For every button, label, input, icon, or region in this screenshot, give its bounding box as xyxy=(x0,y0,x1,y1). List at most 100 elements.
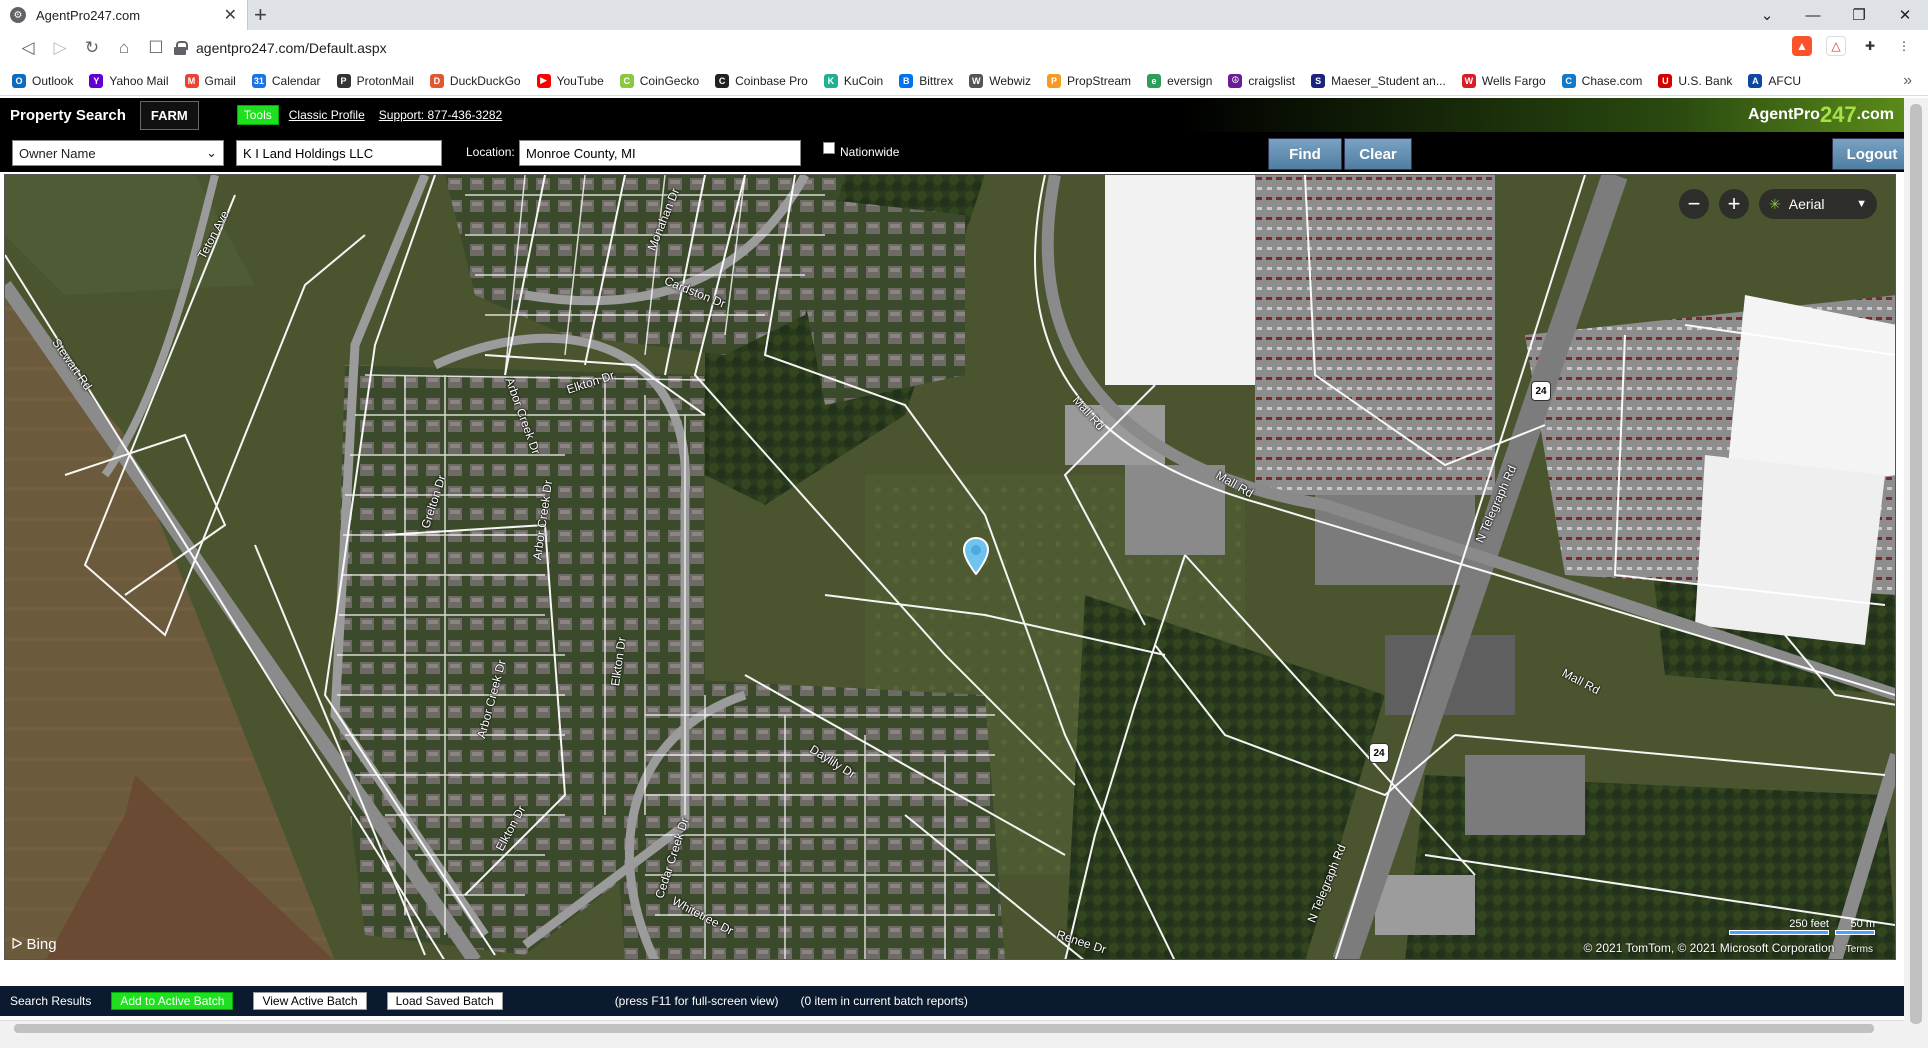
bookmark-duckduckgo[interactable]: D DuckDuckGo xyxy=(429,73,521,88)
bookmark-label: PropStream xyxy=(1067,73,1132,88)
view-active-batch-button[interactable]: View Active Batch xyxy=(253,992,367,1010)
bookmark-outlook[interactable]: O Outlook xyxy=(12,73,74,88)
chevron-down-icon: ▼ xyxy=(1856,198,1867,210)
bookmark-label: Outlook xyxy=(32,73,74,88)
bookmark-maeser-student-an[interactable]: S Maeser_Student an... xyxy=(1311,73,1446,88)
load-saved-batch-button[interactable]: Load Saved Batch xyxy=(386,992,503,1010)
horizontal-scroll-thumb[interactable] xyxy=(14,1024,1874,1033)
brave-shield-icon[interactable]: ▲ xyxy=(1792,36,1812,56)
location-pin-icon[interactable] xyxy=(963,537,989,575)
bookmark-coingecko[interactable]: C CoinGecko xyxy=(619,73,699,88)
bookmark-favicon-icon: B xyxy=(899,73,914,88)
add-to-active-batch-button[interactable]: Add to Active Batch xyxy=(111,992,234,1010)
app-title: Property Search xyxy=(10,106,126,124)
bookmark-youtube[interactable]: ▶ YouTube xyxy=(536,73,604,88)
bookmark-favicon-icon: A xyxy=(1748,73,1763,88)
logout-button[interactable]: Logout xyxy=(1832,138,1912,170)
forward-icon[interactable]: ▷ xyxy=(44,38,76,58)
owner-name-input[interactable] xyxy=(236,140,442,166)
horizontal-scrollbar[interactable] xyxy=(0,1020,1904,1036)
extensions-puzzle-icon[interactable]: ✚ xyxy=(1860,36,1880,56)
bookmark-favicon-icon: C xyxy=(1561,73,1576,88)
close-tab-icon[interactable]: ✕ xyxy=(224,5,237,25)
nationwide-checkbox[interactable] xyxy=(823,142,835,154)
bing-logo-text: Bing xyxy=(26,935,57,953)
bookmark-label: Gmail xyxy=(204,73,236,88)
tools-button[interactable]: Tools xyxy=(236,105,279,125)
close-window-icon[interactable]: ✕ xyxy=(1882,6,1928,24)
bookmark-label: AFCU xyxy=(1768,73,1802,88)
bookmark-icon[interactable]: ☐ xyxy=(140,38,172,58)
bookmark-yahoo-mail[interactable]: Y Yahoo Mail xyxy=(89,73,169,88)
map-imagery xyxy=(5,175,1895,959)
bookmark-afcu[interactable]: A AFCU xyxy=(1748,73,1802,88)
bookmarks-bar: O Outlook Y Yahoo Mail M Gmail 31 Calendar P Prot… xyxy=(0,66,1928,96)
bing-logo-icon: ᐅ xyxy=(11,936,23,953)
terms-link[interactable]: Terms xyxy=(1846,944,1873,955)
bookmark-craigslist[interactable]: ☮ craigslist xyxy=(1228,73,1296,88)
minimize-icon[interactable]: — xyxy=(1790,7,1836,24)
location-input[interactable] xyxy=(519,140,801,166)
logo-suffix: .com xyxy=(1856,106,1894,123)
search-results-bar: Search Results Add to Active Batch View … xyxy=(0,986,1904,1016)
vertical-scroll-thumb[interactable] xyxy=(1910,104,1922,1024)
bookmark-label: Bittrex xyxy=(919,73,954,88)
bookmark-gmail[interactable]: M Gmail xyxy=(184,73,236,88)
search-results-label: Search Results xyxy=(10,994,92,1008)
menu-icon[interactable]: ⋮ xyxy=(1894,36,1914,56)
bookmark-favicon-icon: Y xyxy=(89,73,104,88)
map-type-selector[interactable]: ✳ Aerial ▼ xyxy=(1759,189,1877,219)
find-button[interactable]: Find xyxy=(1268,138,1342,170)
vertical-scrollbar[interactable] xyxy=(1904,98,1928,1036)
bookmark-favicon-icon: W xyxy=(969,73,984,88)
bookmark-favicon-icon: C xyxy=(619,73,634,88)
bookmark-favicon-icon: W xyxy=(1461,73,1476,88)
tab-search-icon[interactable]: ⌄ xyxy=(1744,6,1790,24)
home-icon[interactable]: ⌂ xyxy=(108,38,140,58)
browser-tab[interactable]: ⚙ AgentPro247.com ✕ xyxy=(0,0,248,30)
clear-button[interactable]: Clear xyxy=(1344,138,1412,170)
lock-icon[interactable] xyxy=(174,41,188,55)
bookmark-protonmail[interactable]: P ProtonMail xyxy=(336,73,414,88)
reload-icon[interactable]: ↻ xyxy=(76,38,108,58)
bookmark-kucoin[interactable]: K KuCoin xyxy=(823,73,883,88)
new-tab-icon[interactable]: + xyxy=(254,3,267,27)
search-bar: Owner Name ⌄ Location: Nationwide Find C… xyxy=(0,132,1912,172)
bookmark-favicon-icon: U xyxy=(1658,73,1673,88)
classic-profile-link[interactable]: Classic Profile xyxy=(289,108,365,122)
zoom-out-button[interactable]: − xyxy=(1679,189,1709,219)
zoom-in-button[interactable]: + xyxy=(1719,189,1749,219)
restore-icon[interactable]: ❐ xyxy=(1836,6,1882,24)
bookmark-favicon-icon: C xyxy=(715,73,730,88)
bookmark-propstream[interactable]: P PropStream xyxy=(1047,73,1132,88)
bookmark-coinbase-pro[interactable]: C Coinbase Pro xyxy=(715,73,808,88)
window-controls: ⌄ — ❐ ✕ xyxy=(1744,0,1928,30)
browser-toolbar: ◁ ▷ ↻ ⌂ ☐ agentpro247.com/Default.aspx ▲… xyxy=(0,30,1928,66)
map-scale-bar: 250 feet 50 m xyxy=(1729,918,1875,935)
bookmark-favicon-icon: P xyxy=(1047,73,1062,88)
aerial-map[interactable]: Stewart Rd Teton Ave Monahan Dr Cardston… xyxy=(4,174,1896,960)
fullscreen-hint: (press F11 for full-screen view) xyxy=(614,994,779,1008)
search-type-select[interactable]: Owner Name ⌄ xyxy=(12,140,224,166)
nationwide-label: Nationwide xyxy=(840,145,900,159)
bookmark-bittrex[interactable]: B Bittrex xyxy=(899,73,954,88)
map-type-label: Aerial xyxy=(1788,196,1825,212)
address-bar[interactable]: agentpro247.com/Default.aspx xyxy=(174,34,1764,62)
map-controls: − + ✳ Aerial ▼ xyxy=(1679,189,1877,219)
bookmark-webwiz[interactable]: W Webwiz xyxy=(969,73,1031,88)
farm-button[interactable]: FARM xyxy=(139,100,199,130)
brave-rewards-icon[interactable]: △ xyxy=(1826,36,1846,56)
logo-prefix: AgentPro xyxy=(1747,106,1820,123)
bookmark-wells-fargo[interactable]: W Wells Fargo xyxy=(1461,73,1546,88)
back-icon[interactable]: ◁ xyxy=(12,38,44,58)
bookmark-calendar[interactable]: 31 Calendar xyxy=(251,73,321,88)
bookmarks-overflow-icon[interactable]: » xyxy=(1903,72,1912,90)
bookmark-eversign[interactable]: e eversign xyxy=(1147,73,1212,88)
support-link[interactable]: Support: 877-436-3282 xyxy=(379,108,502,122)
bookmark-label: craigslist xyxy=(1248,73,1296,88)
extensions-area: ▲ △ ✚ ⋮ xyxy=(1792,36,1914,56)
bookmark-u-s-bank[interactable]: U U.S. Bank xyxy=(1658,73,1732,88)
tab-title: AgentPro247.com xyxy=(36,7,141,23)
bookmark-chase-com[interactable]: C Chase.com xyxy=(1561,73,1642,88)
bookmark-favicon-icon: D xyxy=(429,73,444,88)
